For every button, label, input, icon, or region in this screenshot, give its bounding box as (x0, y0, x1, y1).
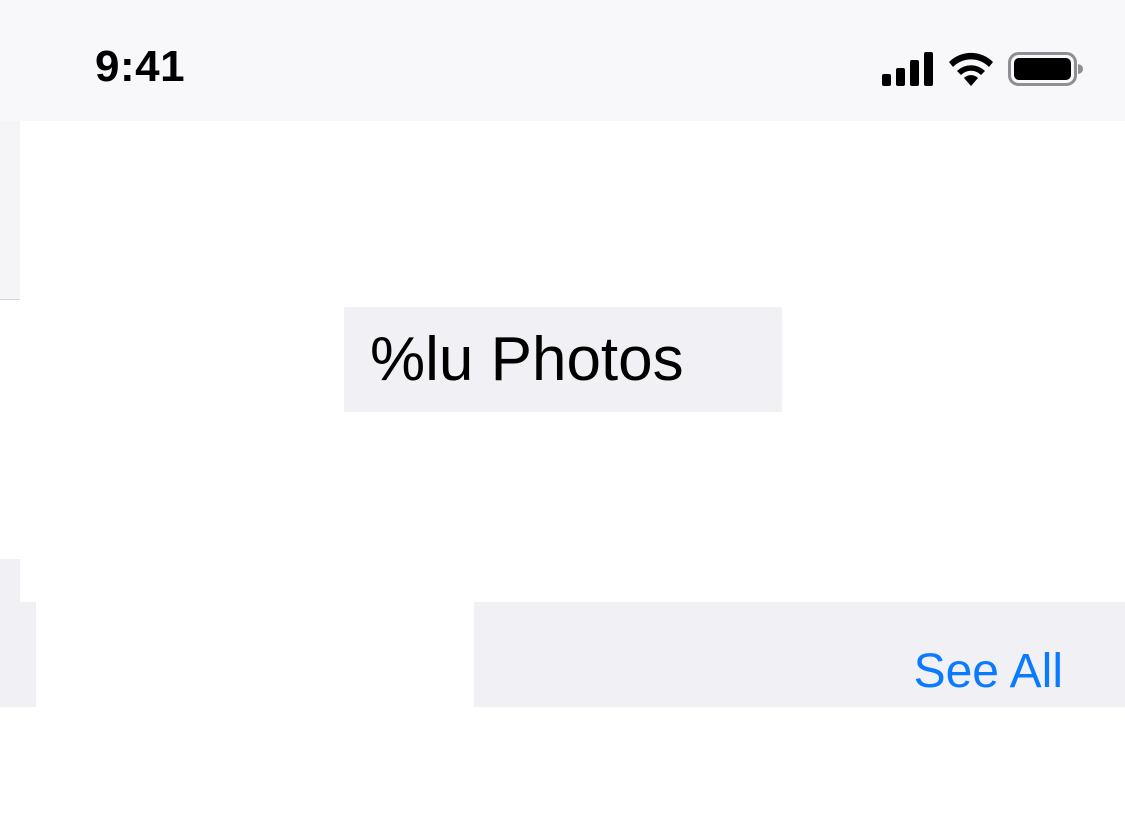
left-edge-panel (0, 559, 20, 602)
left-edge-panel (0, 121, 20, 300)
battery-icon (1008, 52, 1083, 86)
see-all-button[interactable]: See All (914, 644, 1063, 699)
signal-icon (882, 52, 933, 86)
status-time: 9:41 (95, 42, 186, 91)
wifi-icon (949, 52, 993, 86)
status-bar: 9:41 (0, 0, 1125, 121)
photos-count-label: %lu Photos (370, 325, 684, 394)
section-header-bar: See All (474, 602, 1125, 707)
left-edge-panel (0, 602, 36, 707)
photos-count-header: %lu Photos (344, 307, 782, 412)
